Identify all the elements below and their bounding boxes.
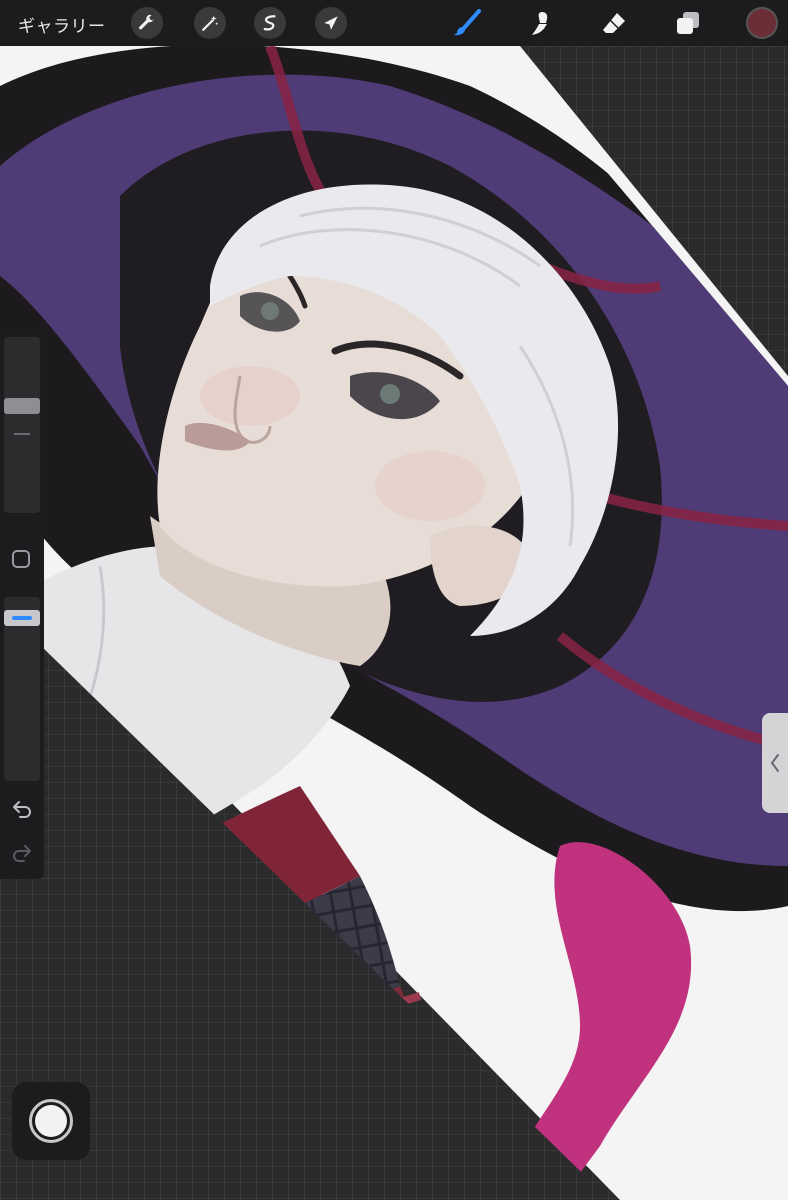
redo-icon xyxy=(13,845,31,862)
brush-tool-button[interactable] xyxy=(452,8,482,38)
brush-icon xyxy=(454,9,481,36)
canvas-artwork[interactable] xyxy=(0,46,788,1200)
quick-menu-button[interactable] xyxy=(12,1082,90,1160)
layers-icon xyxy=(677,12,699,34)
adjustments-button[interactable] xyxy=(194,7,226,39)
opacity-slider-thumb[interactable] xyxy=(4,610,40,626)
chevron-left-icon xyxy=(770,754,779,772)
undo-button[interactable] xyxy=(10,797,34,821)
gallery-button[interactable]: ギャラリー xyxy=(18,12,106,37)
brush-size-slider[interactable] xyxy=(4,337,40,513)
eraser-tool-button[interactable] xyxy=(599,8,629,38)
opacity-thumb-accent xyxy=(12,616,32,620)
color-swatch-button[interactable] xyxy=(746,7,778,39)
magic-wand-icon xyxy=(202,15,219,31)
modify-button[interactable] xyxy=(12,550,30,568)
layers-button[interactable] xyxy=(673,8,703,38)
redo-button[interactable] xyxy=(10,841,34,865)
undo-icon xyxy=(13,801,31,818)
smudge-icon xyxy=(532,12,548,35)
transform-arrow-icon xyxy=(324,16,338,30)
brush-size-slider-thumb[interactable] xyxy=(4,398,40,414)
selection-icon xyxy=(263,15,276,31)
eraser-icon xyxy=(603,13,625,33)
right-panel-handle[interactable] xyxy=(762,713,788,813)
actions-button[interactable] xyxy=(131,7,163,39)
selection-button[interactable] xyxy=(254,7,286,39)
art-coat-red xyxy=(0,786,360,1056)
wrench-icon xyxy=(139,14,154,30)
left-sidebar xyxy=(0,331,44,879)
top-toolbar: ギャラリー xyxy=(0,0,788,46)
smudge-tool-button[interactable] xyxy=(526,8,556,38)
eyedropper-circle-icon xyxy=(29,1099,73,1143)
transform-button[interactable] xyxy=(315,7,347,39)
